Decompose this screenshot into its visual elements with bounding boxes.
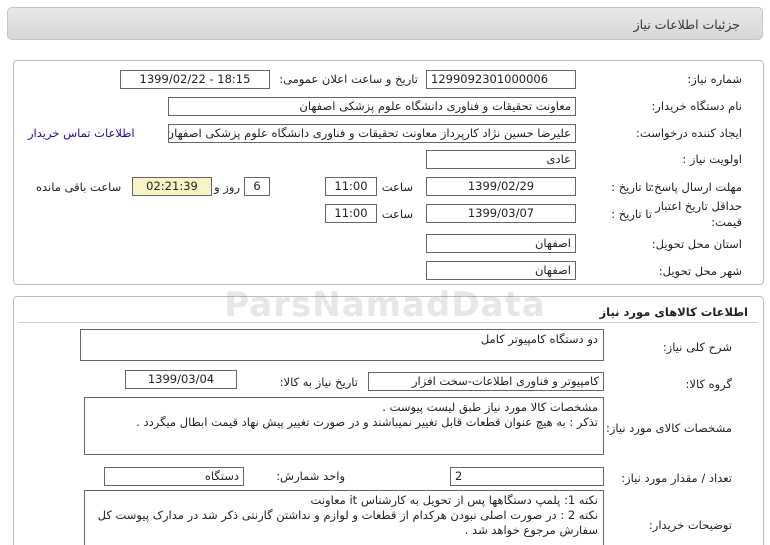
need-number-field: 1299092301000006 — [426, 70, 576, 89]
quantity-label: تعداد / مقدار مورد نیاز: — [621, 471, 732, 485]
page-header: جزئیات اطلاعات نیاز — [7, 7, 763, 40]
reply-time-field: 11:00 — [325, 177, 377, 196]
buyer-contact-link[interactable]: اطلاعات تماس خریدار — [28, 126, 135, 140]
group-field: کامپیوتر و فناوری اطلاعات-سخت افزار — [368, 372, 604, 391]
reply-deadline-label: مهلت ارسال پاسخ: — [650, 180, 742, 194]
buyer-field: معاونت تحقیقات و فناوری دانشگاه علوم پزش… — [168, 97, 576, 116]
summary-field: دو دستگاه کامپیوتر کامل — [80, 329, 604, 361]
note-1: نکته 1: پلمپ دستگاهها پس از تحویل به کار… — [310, 493, 598, 507]
spec-line-2: تذکر : به هیچ عنوان قطعات قابل تغییر نمی… — [136, 415, 598, 429]
buyer-notes-field: نکته 1: پلمپ دستگاهها پس از تحویل به کار… — [84, 490, 604, 545]
unit-label: واحد شمارش: — [276, 469, 345, 483]
city-field: اصفهان — [426, 261, 576, 280]
validity-date-field: 1399/03/07 — [426, 204, 576, 223]
announce-label: تاریخ و ساعت اعلان عمومی: — [279, 72, 418, 86]
creator-label: ایجاد کننده درخواست: — [636, 126, 742, 140]
buyer-notes-label: توضیحات خریدار: — [648, 518, 732, 532]
days-remaining-field: 6 — [244, 177, 270, 196]
reply-to-date-label: تا تاریخ : — [611, 180, 652, 194]
announce-field: 1399/02/22 - 18:15 — [120, 70, 270, 89]
watermark-text: ParsNamadData — [224, 285, 546, 325]
spec-line-1: مشخصات کالا مورد نیاز طبق لیست پیوست . — [382, 400, 598, 414]
priority-field: عادی — [426, 150, 576, 169]
creator-field: علیرضا حسین نژاد کارپرداز معاونت تحقیقات… — [168, 124, 576, 143]
spec-label: مشخصات کالای مورد نیاز: — [605, 421, 732, 435]
spec-field: مشخصات کالا مورد نیاز طبق لیست پیوست . ت… — [84, 397, 604, 455]
goods-section-title: اطلاعات کالاهای مورد نیاز — [599, 305, 748, 319]
remaining-time-field: 02:21:39 — [132, 177, 212, 196]
days-label: روز و — [214, 180, 240, 194]
need-info-panel — [13, 60, 764, 285]
reply-date-field: 1399/02/29 — [426, 177, 576, 196]
unit-field: دستگاه — [104, 467, 244, 486]
reply-time-label: ساعت — [381, 180, 413, 194]
buyer-label: نام دستگاه خریدار: — [651, 99, 742, 113]
page-title: جزئیات اطلاعات نیاز — [633, 17, 740, 32]
group-label: گروه کالا: — [685, 377, 732, 391]
validity-to-date-label: تا تاریخ : — [611, 207, 652, 221]
validity-time-label: ساعت — [381, 207, 413, 221]
validity-time-field: 11:00 — [325, 204, 377, 223]
remaining-time-label: ساعت باقی مانده — [36, 180, 122, 194]
summary-label: شرح کلی نیاز: — [662, 340, 732, 354]
province-label: استان محل تحویل: — [651, 237, 742, 251]
province-field: اصفهان — [426, 234, 576, 253]
need-number-label: شماره نیاز: — [687, 72, 742, 86]
quantity-field: 2 — [450, 467, 604, 486]
need-date-label: تاریخ نیاز به کالا: — [279, 375, 358, 389]
city-label: شهر محل تحویل: — [658, 264, 742, 278]
need-date-field: 1399/03/04 — [125, 370, 237, 389]
note-2: نکته 2 : در صورت اصلی نبودن هرکدام از قط… — [97, 508, 598, 537]
priority-label: اولویت نیاز : — [682, 152, 742, 166]
